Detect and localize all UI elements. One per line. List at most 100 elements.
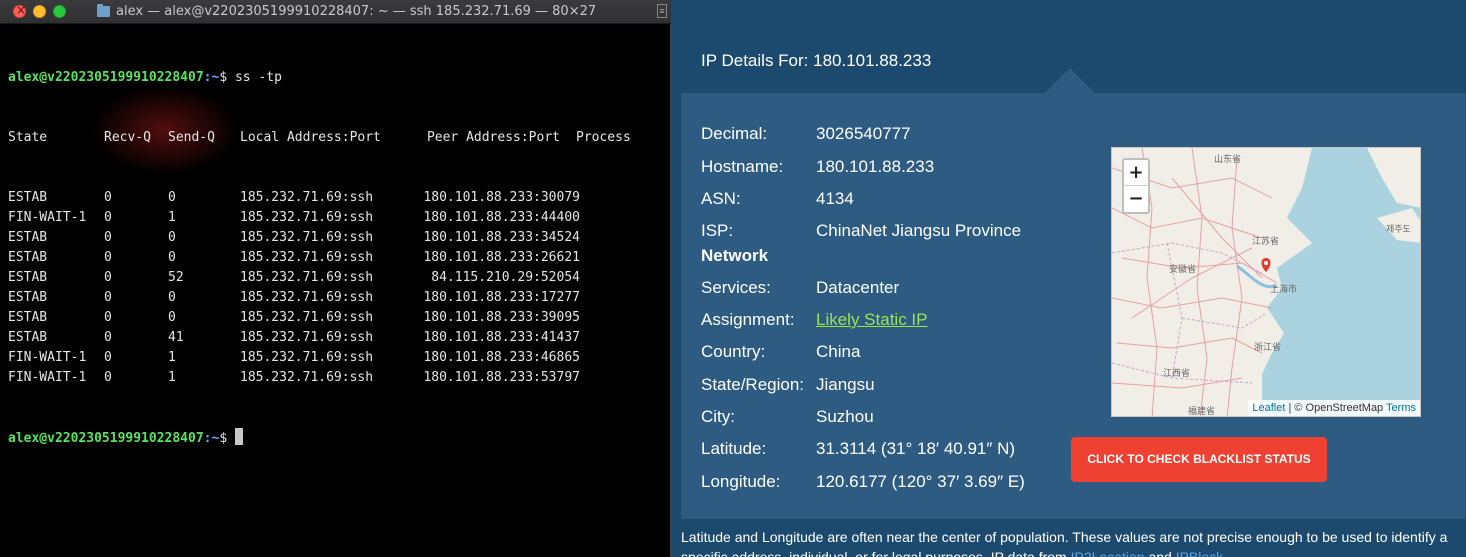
close-window-button[interactable] xyxy=(13,3,26,18)
prompt-user: alex@v2202305199910228407 xyxy=(8,70,204,85)
map-label: 제주도 xyxy=(1386,225,1411,235)
detail-label: Latitude: xyxy=(701,439,767,458)
cell-recv: 0 xyxy=(104,190,112,205)
table-header: State Recv-Q Send-Q Local Address:Port Peer … xyxy=(8,128,662,148)
ipblock-link[interactable]: IPBlock xyxy=(1176,549,1223,557)
cell-state: FIN-WAIT-1 xyxy=(8,350,87,365)
cell-peer: 180.101.88.233:41437 xyxy=(423,330,580,345)
cell-local: 185.232.71.69:ssh xyxy=(240,350,374,365)
cell-send: 0 xyxy=(168,190,176,205)
cell-local: 185.232.71.69:ssh xyxy=(240,370,374,385)
cell-recv: 0 xyxy=(104,230,112,245)
cell-local: 185.232.71.69:ssh xyxy=(240,330,374,345)
cell-send: 0 xyxy=(168,250,176,265)
disclaimer-text-mid: and xyxy=(1144,549,1176,557)
check-blacklist-button[interactable]: CLICK TO CHECK BLACKLIST STATUS xyxy=(1071,437,1327,482)
prompt-path: :~ xyxy=(203,431,220,446)
detail-label: Services: xyxy=(701,278,771,297)
zoom-out-button[interactable]: − xyxy=(1124,186,1148,212)
detail-value: China xyxy=(816,342,861,361)
detail-label: City: xyxy=(701,407,735,426)
detail-label: ISP: xyxy=(701,221,734,240)
detail-label: Hostname: xyxy=(701,157,784,176)
card-pointer xyxy=(1045,68,1095,93)
cell-local: 185.232.71.69:ssh xyxy=(240,190,374,205)
detail-label: Decimal: xyxy=(701,124,768,143)
map-label: 安徽省 xyxy=(1169,265,1197,275)
cell-peer: 180.101.88.233:53797 xyxy=(423,370,580,385)
minimize-window-button[interactable] xyxy=(33,5,46,18)
cell-peer: 180.101.88.233:39095 xyxy=(423,310,580,325)
detail-value: 120.6177 (120° 37′ 3.69″ E) xyxy=(816,472,1025,491)
cell-peer: 180.101.88.233:44400 xyxy=(423,210,580,225)
location-map[interactable]: 山东省 江苏省 安徽省 上海市 浙江省 江西省 福建省 제주도 + − Leaf… xyxy=(1111,147,1421,417)
cell-local: 185.232.71.69:ssh xyxy=(240,290,374,305)
location-disclaimer: Latitude and Longitude are often near th… xyxy=(681,527,1451,557)
zoom-window-button[interactable] xyxy=(53,5,66,18)
terminal-output[interactable]: alex@v2202305199910228407:~$ ss -tp Stat… xyxy=(8,28,662,557)
table-row: ESTAB 0 0 185.232.71.69:ssh 180.101.88.233:1… xyxy=(8,288,662,308)
cell-recv: 0 xyxy=(104,370,112,385)
folder-icon xyxy=(97,4,110,17)
terminal-titlebar[interactable]: alex — alex@v2202305199910228407: ~ — ss… xyxy=(0,0,671,24)
command-line: alex@v2202305199910228407:~$ ss -tp xyxy=(8,68,662,88)
detail-value: 3026540777 xyxy=(816,124,911,143)
prompt-symbol: $ xyxy=(219,70,228,85)
cell-state: ESTAB xyxy=(8,310,48,325)
command-text: ss -tp xyxy=(227,70,282,85)
cell-state: ESTAB xyxy=(8,330,48,345)
leaflet-link[interactable]: Leaflet xyxy=(1252,402,1285,414)
table-row: FIN-WAIT-1 0 1 185.232.71.69:ssh 180.101.88.… xyxy=(8,348,662,368)
cell-peer: 180.101.88.233:30079 xyxy=(423,190,580,205)
map-label: 浙江省 xyxy=(1254,343,1282,353)
detail-value: Jiangsu xyxy=(816,375,875,394)
map-label: 上海市 xyxy=(1270,285,1298,295)
terminal-window[interactable]: alex — alex@v2202305199910228407: ~ — ss… xyxy=(0,0,671,557)
detail-value: 4134 xyxy=(816,189,854,208)
cell-peer: 180.101.88.233:17277 xyxy=(423,290,580,305)
detail-value: Suzhou xyxy=(816,407,874,426)
cell-state: FIN-WAIT-1 xyxy=(8,370,87,385)
cell-send: 0 xyxy=(168,310,176,325)
terms-link[interactable]: Terms xyxy=(1386,402,1416,414)
scrollbar-marker-icon[interactable]: ≡ xyxy=(657,4,667,18)
cell-send: 52 xyxy=(168,270,184,285)
col-process-header: Process xyxy=(576,130,631,145)
cell-peer: 180.101.88.233:46865 xyxy=(423,350,580,365)
map-label: 江苏省 xyxy=(1252,237,1280,247)
cell-local: 185.232.71.69:ssh xyxy=(240,210,374,225)
cell-send: 41 xyxy=(168,330,184,345)
cell-state: ESTAB xyxy=(8,270,48,285)
detail-label: Assignment: xyxy=(701,310,795,329)
active-prompt-line[interactable]: alex@v2202305199910228407:~$ xyxy=(8,428,662,448)
map-label: 山东省 xyxy=(1214,155,1242,165)
col-state-header: State xyxy=(8,130,48,145)
detail-value-continuation: Network xyxy=(701,246,769,265)
prompt-user: alex@v2202305199910228407 xyxy=(8,431,204,446)
col-local-address-header: Local Address:Port xyxy=(240,130,381,145)
detail-value: Datacenter xyxy=(816,278,900,297)
table-row: ESTAB 0 0 185.232.71.69:ssh 180.101.88.233:3… xyxy=(8,188,662,208)
connection-rows: ESTAB 0 0 185.232.71.69:ssh 180.101.88.233:3… xyxy=(8,188,662,388)
map-label: 福建省 xyxy=(1188,407,1216,417)
detail-label: State/Region: xyxy=(701,375,805,394)
col-send-q-header: Send-Q xyxy=(168,130,215,145)
detail-value: 180.101.88.233 xyxy=(816,157,935,176)
prompt-path: :~ xyxy=(203,70,220,85)
map-label: 江西省 xyxy=(1163,369,1191,379)
table-row: ESTAB 0 41 185.232.71.69:ssh 180.101.88.233:… xyxy=(8,328,662,348)
assignment-link[interactable]: Likely Static IP xyxy=(816,310,928,330)
cell-recv: 0 xyxy=(104,210,112,225)
detail-value: ChinaNet Jiangsu Province xyxy=(816,221,1022,240)
ip2location-link[interactable]: IP2Location xyxy=(1071,549,1145,557)
zoom-in-button[interactable]: + xyxy=(1124,160,1148,186)
table-row: FIN-WAIT-1 0 1 185.232.71.69:ssh 180.101.88.… xyxy=(8,368,662,388)
cell-local: 185.232.71.69:ssh xyxy=(240,270,374,285)
disclaimer-text: Latitude and Longitude are often near th… xyxy=(681,529,1448,557)
table-row: ESTAB 0 0 185.232.71.69:ssh 180.101.88.233:3… xyxy=(8,308,662,328)
cell-peer: 84.115.210.29:52054 xyxy=(431,270,580,285)
cell-send: 1 xyxy=(168,350,176,365)
cell-state: ESTAB xyxy=(8,190,48,205)
cell-peer: 180.101.88.233:26621 xyxy=(423,250,580,265)
cell-state: ESTAB xyxy=(8,290,48,305)
